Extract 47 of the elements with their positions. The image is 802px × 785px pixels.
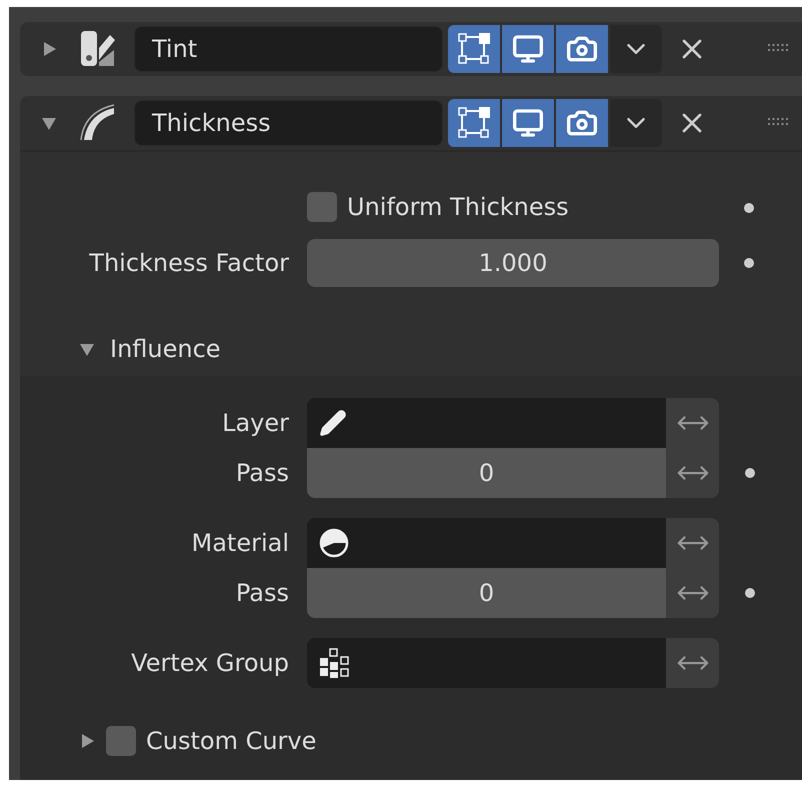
drag-handle-icon[interactable] xyxy=(768,118,790,128)
dropdown-button[interactable] xyxy=(610,25,662,73)
vertex-square-icon xyxy=(457,32,491,66)
vertex-square-icon xyxy=(457,106,491,140)
search-field[interactable] xyxy=(307,518,666,568)
invert-toggle[interactable] xyxy=(666,518,719,568)
field-label: Pass xyxy=(236,579,289,607)
viewport-toggle[interactable] xyxy=(502,99,554,147)
drag-handle-icon[interactable] xyxy=(768,44,790,54)
curved-stroke-icon xyxy=(80,104,116,142)
vertex-grid-icon xyxy=(319,648,349,678)
field-label: Thickness Factor xyxy=(89,249,289,277)
checkbox[interactable] xyxy=(307,192,337,222)
monitor-icon xyxy=(512,107,544,139)
modifier-name-field[interactable]: Tint xyxy=(134,26,443,72)
keyframe-dot-icon[interactable] xyxy=(745,588,755,598)
checkbox[interactable] xyxy=(106,726,136,756)
number-field[interactable]: 0 xyxy=(307,448,666,498)
pencil-icon xyxy=(319,409,347,437)
invert-toggle[interactable] xyxy=(666,448,719,498)
field-label: Layer xyxy=(222,409,289,437)
invert-toggle[interactable] xyxy=(666,638,719,688)
swatch-icon xyxy=(80,30,116,68)
keyframe-dot-icon[interactable] xyxy=(744,203,754,213)
search-field[interactable] xyxy=(307,398,666,448)
keyframe-dot-icon[interactable] xyxy=(745,468,755,478)
checkbox-label: Custom Curve xyxy=(146,727,316,755)
checkbox-label: Uniform Thickness xyxy=(347,193,569,221)
search-field[interactable] xyxy=(307,638,666,688)
edit-mode-toggle[interactable] xyxy=(448,99,500,147)
modifier-name-field[interactable]: Thickness xyxy=(134,100,443,146)
viewport-toggle[interactable] xyxy=(502,25,554,73)
section-title[interactable]: Influence xyxy=(110,334,221,362)
field-label: Material xyxy=(192,529,289,557)
field-label: Pass xyxy=(236,459,289,487)
monitor-icon xyxy=(512,33,544,65)
sphere-icon xyxy=(319,528,349,558)
dropdown-button[interactable] xyxy=(610,99,662,147)
render-toggle[interactable] xyxy=(556,99,608,147)
number-field[interactable]: 0 xyxy=(307,568,666,618)
invert-toggle[interactable] xyxy=(666,568,719,618)
keyframe-dot-icon[interactable] xyxy=(744,258,754,268)
render-toggle[interactable] xyxy=(556,25,608,73)
edit-mode-toggle[interactable] xyxy=(448,25,500,73)
invert-toggle[interactable] xyxy=(666,398,719,448)
number-field[interactable]: 1.000 xyxy=(307,239,719,287)
field-label: Vertex Group xyxy=(131,649,289,677)
